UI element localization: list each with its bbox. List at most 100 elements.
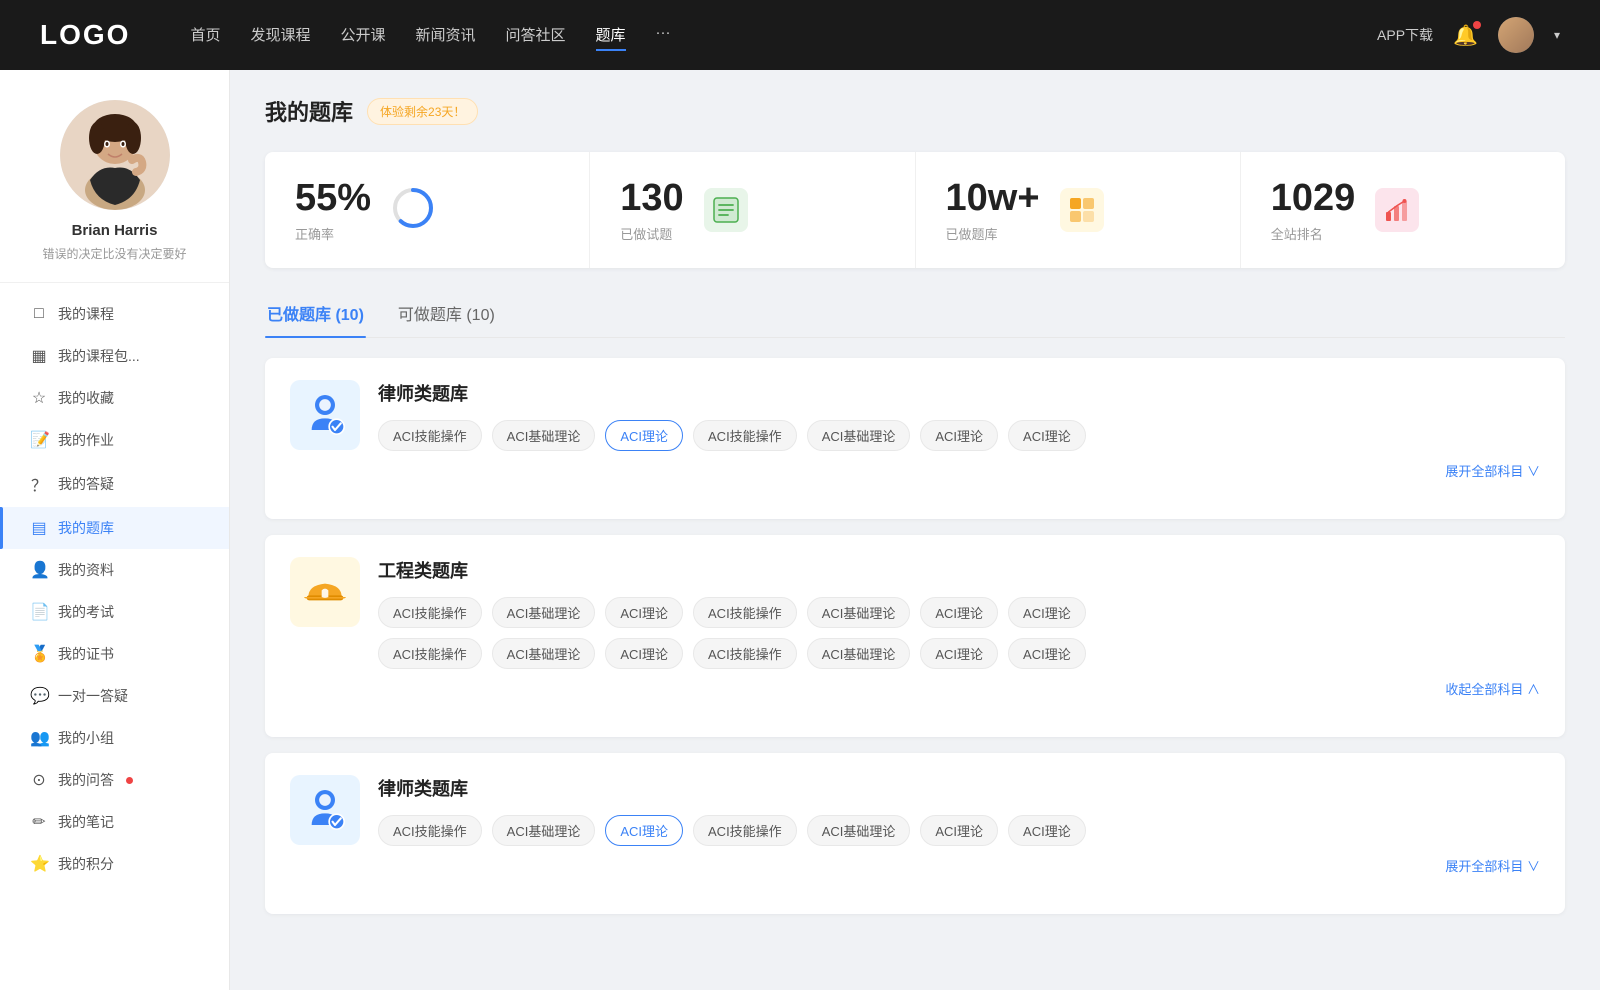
tag[interactable]: ACI基础理论 [807,597,911,628]
tag[interactable]: ACI理论 [920,638,998,669]
notification-dot [1473,21,1481,29]
sidebar-item-question-bank[interactable]: ▤ 我的题库 [0,507,229,549]
tag[interactable]: ACI技能操作 [378,420,482,451]
tab-available-banks[interactable]: 可做题库 (10) [396,293,497,337]
expand-button[interactable]: 展开全部科目 ∨ [1445,464,1540,479]
menu-label: 我的课程包... [58,346,140,366]
nav-more[interactable]: ··· [656,20,671,51]
tag[interactable]: ACI基础理论 [807,638,911,669]
sidebar-item-points[interactable]: ⭐ 我的积分 [0,843,229,885]
homework-icon: 📝 [30,430,48,450]
bank-icon [290,775,360,845]
tag[interactable]: ACI基础理论 [492,815,596,846]
nav-home[interactable]: 首页 [190,20,220,51]
stats-row: 55% 正确率 130 已做试题 [265,152,1565,268]
menu-label: 我的作业 [58,430,114,450]
bank-expand: 展开全部科目 ∨ [378,856,1540,876]
sidebar-item-favorites[interactable]: ☆ 我的收藏 [0,377,229,419]
tag[interactable]: ACI技能操作 [693,638,797,669]
bank-collapse: 收起全部科目 ∧ [378,679,1540,699]
avatar-image [1498,17,1534,53]
qa-icon: ⊙ [30,770,48,790]
tag[interactable]: ACI基础理论 [492,420,596,451]
tag[interactable]: ACI理论 [920,597,998,628]
tag[interactable]: ACI基础理论 [492,597,596,628]
tag[interactable]: ACI技能操作 [693,815,797,846]
tag[interactable]: ACI技能操作 [378,815,482,846]
stat-number: 55% [295,177,371,220]
tab-done-banks[interactable]: 已做题库 (10) [265,293,366,337]
bank-title: 工程类题库 [378,557,1540,583]
menu-label: 我的题库 [58,518,114,538]
avatar[interactable] [1498,17,1534,53]
menu-label: 我的证书 [58,644,114,664]
sidebar-item-profile[interactable]: 👤 我的资料 [0,549,229,591]
tag[interactable]: ACI基础理论 [492,638,596,669]
bank-tags-row1: ACI技能操作 ACI基础理论 ACI理论 ACI技能操作 ACI基础理论 AC… [378,597,1540,628]
trial-badge: 体验剩余23天！ [367,98,478,125]
tag[interactable]: ACI理论 [1008,597,1086,628]
grid-icon [1068,196,1096,224]
main-content: 我的题库 体验剩余23天！ 55% 正确率 130 [230,70,1600,990]
sidebar-item-answers[interactable]: ？ 我的答疑 [0,461,229,507]
notification-bell[interactable]: 🔔 [1453,23,1478,48]
tag[interactable]: ACI基础理论 [807,420,911,451]
tag[interactable]: ACI理论 [920,420,998,451]
sidebar-item-course-packages[interactable]: ▦ 我的课程包... [0,335,229,377]
sidebar-item-my-courses[interactable]: □ 我的课程 [0,293,229,335]
sidebar-item-notes[interactable]: ✏ 我的笔记 [0,801,229,843]
nav-news[interactable]: 新闻资讯 [416,20,476,51]
nav-links: 首页 发现课程 公开课 新闻资讯 问答社区 题库 ··· [190,20,1377,51]
nav-question-bank[interactable]: 题库 [596,20,626,51]
sidebar-item-homework[interactable]: 📝 我的作业 [0,419,229,461]
app-download-btn[interactable]: APP下载 [1377,25,1433,45]
tag[interactable]: ACI基础理论 [807,815,911,846]
sidebar-item-one-on-one[interactable]: 💬 一对一答疑 [0,675,229,717]
collapse-button[interactable]: 收起全部科目 ∧ [1445,682,1540,697]
user-motto: 错误的决定比没有决定要好 [20,245,209,262]
notes-icon: ✏ [30,812,48,832]
layout: Brian Harris 错误的决定比没有决定要好 □ 我的课程 ▦ 我的课程包… [0,70,1600,990]
tag[interactable]: ACI理论 [1008,420,1086,451]
chevron-down-icon[interactable]: ▾ [1554,28,1560,42]
sidebar-item-certificates[interactable]: 🏅 我的证书 [0,633,229,675]
menu-label: 我的资料 [58,560,114,580]
bank-icon [290,557,360,627]
tag[interactable]: ACI理论 [920,815,998,846]
certificate-icon: 🏅 [30,644,48,664]
bank-tags-row2: ACI技能操作 ACI基础理论 ACI理论 ACI技能操作 ACI基础理论 AC… [378,638,1540,669]
tag[interactable]: ACI理论 [1008,815,1086,846]
sidebar-item-exams[interactable]: 📄 我的考试 [0,591,229,633]
navigation: LOGO 首页 发现课程 公开课 新闻资讯 问答社区 题库 ··· APP下载 … [0,0,1600,70]
tabs: 已做题库 (10) 可做题库 (10) [265,293,1565,338]
bank-header: 律师类题库 ACI技能操作 ACI基础理论 ACI理论 ACI技能操作 ACI基… [290,380,1540,481]
stat-info: 10w+ 已做题库 [946,177,1040,243]
menu-label: 我的考试 [58,602,114,622]
logo[interactable]: LOGO [40,19,130,51]
tag[interactable]: ACI技能操作 [378,638,482,669]
tag-active[interactable]: ACI理论 [605,420,683,451]
engineer-icon [300,567,350,617]
list-icon [712,196,740,224]
sidebar-item-groups[interactable]: 👥 我的小组 [0,717,229,759]
stat-number: 1029 [1271,177,1356,220]
tag[interactable]: ACI技能操作 [693,597,797,628]
nav-open-course[interactable]: 公开课 [340,20,385,51]
nav-right: APP下载 🔔 ▾ [1377,17,1560,53]
stat-info: 1029 全站排名 [1271,177,1356,243]
tag[interactable]: ACI理论 [605,638,683,669]
tag[interactable]: ACI理论 [605,597,683,628]
tag-active[interactable]: ACI理论 [605,815,683,846]
stat-accuracy: 55% 正确率 [265,152,590,268]
bank-icon [290,380,360,450]
tag[interactable]: ACI技能操作 [378,597,482,628]
sidebar-item-my-qa[interactable]: ⊙ 我的问答 [0,759,229,801]
stat-icon-questions [704,188,748,232]
tag[interactable]: ACI理论 [1008,638,1086,669]
expand-button[interactable]: 展开全部科目 ∨ [1445,859,1540,874]
nav-qa[interactable]: 问答社区 [506,20,566,51]
nav-discover[interactable]: 发现课程 [250,20,310,51]
menu-label: 我的收藏 [58,388,114,408]
tag[interactable]: ACI技能操作 [693,420,797,451]
stat-number: 10w+ [946,177,1040,220]
